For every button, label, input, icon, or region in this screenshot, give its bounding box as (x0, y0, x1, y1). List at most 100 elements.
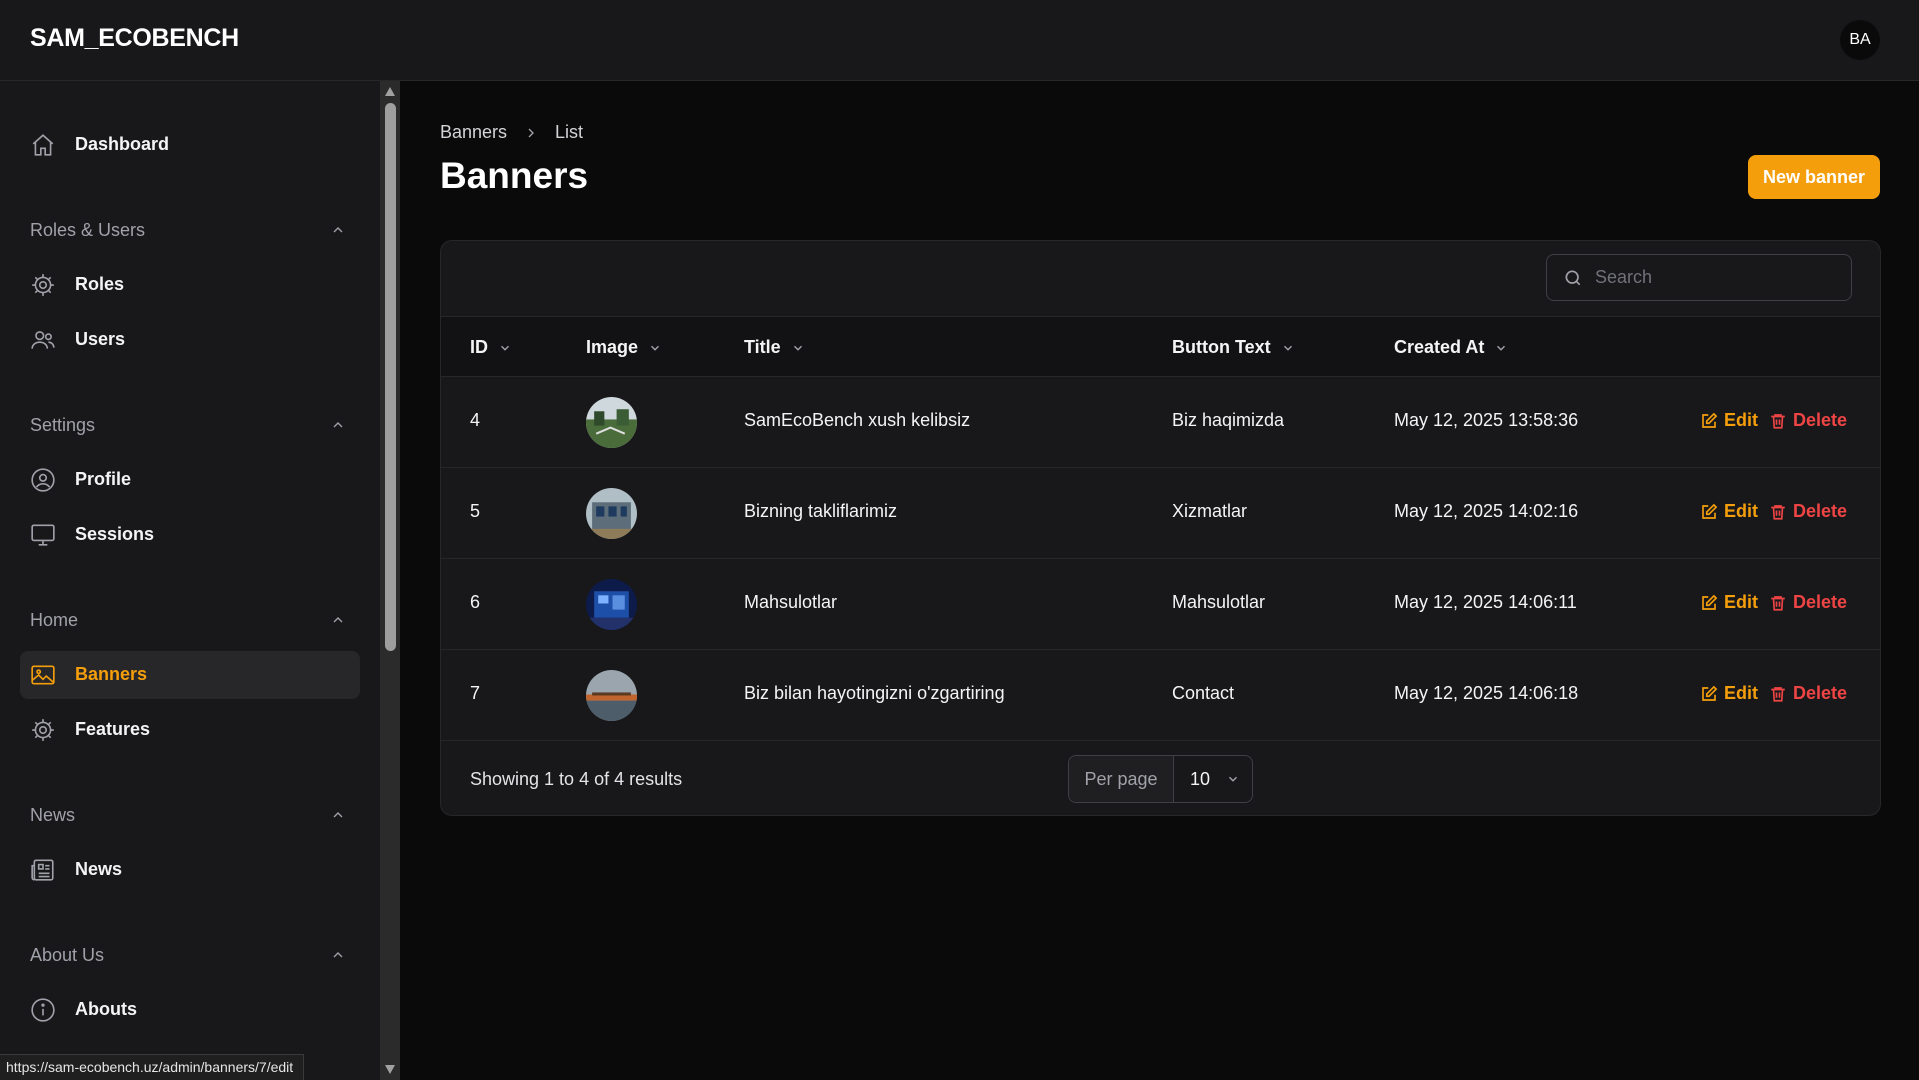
gear-icon (32, 719, 54, 741)
sidebar-item-label: News (75, 859, 123, 879)
cell-id: 5 (470, 501, 481, 521)
column-header-label: ID (470, 337, 488, 357)
sidebar-item-roles[interactable]: Roles (20, 261, 360, 309)
banner-thumbnail (586, 579, 637, 630)
cell-title: Mahsulotlar (744, 592, 838, 612)
column-header-id[interactable]: ID (470, 337, 512, 358)
delete-button[interactable]: Delete (1769, 592, 1847, 613)
cell-id: 6 (470, 592, 481, 612)
column-header-button-text[interactable]: Button Text (1172, 337, 1295, 358)
edit-icon (1702, 685, 1718, 701)
table-header: ID Image Title Button Text Created At (441, 316, 1880, 377)
breadcrumb: Banners List (440, 122, 583, 143)
column-header-label: Image (586, 337, 639, 357)
scrollbar-thumb[interactable] (385, 103, 396, 651)
sidebar-item-label: Sessions (75, 524, 155, 544)
delete-label: Delete (1793, 592, 1848, 612)
table-row[interactable]: 4 SamEcoBench xush kelibsiz Biz haqimizd… (441, 377, 1880, 468)
delete-button[interactable]: Delete (1769, 410, 1847, 431)
user-circle-icon (31, 468, 55, 492)
cell-title: SamEcoBench xush kelibsiz (744, 410, 971, 430)
edit-label: Edit (1724, 683, 1758, 703)
sidebar-item-label: Banners (75, 664, 148, 684)
delete-button[interactable]: Delete (1769, 683, 1847, 704)
sidebar-item-label: Abouts (75, 999, 137, 1019)
sidebar-item-banners[interactable]: Banners (20, 651, 360, 699)
sidebar-item-sessions[interactable]: Sessions (20, 511, 360, 559)
brand-logo[interactable]: SAM_ECOBENCH (30, 24, 239, 53)
banner-thumbnail (586, 670, 637, 721)
info-icon (31, 998, 55, 1022)
group-label-settings[interactable]: Settings (30, 415, 95, 436)
top-bar: SAM_ECOBENCH BA (0, 0, 1919, 81)
per-page-label: Per page (1069, 756, 1174, 802)
edit-icon (1702, 503, 1718, 519)
scroll-down-arrow-icon[interactable] (385, 1065, 395, 1074)
newspaper-icon (31, 859, 54, 881)
sidebar-scrollbar[interactable] (380, 81, 400, 1080)
monitor-icon (31, 524, 55, 546)
edit-label: Edit (1724, 410, 1758, 430)
sidebar-item-label: Profile (75, 469, 132, 489)
cell-button-text: Mahsulotlar (1172, 592, 1266, 612)
column-header-image[interactable]: Image (586, 337, 662, 358)
delete-label: Delete (1793, 683, 1848, 703)
trash-icon (1771, 595, 1785, 611)
chevron-up-icon[interactable] (330, 417, 346, 433)
search-field[interactable] (1546, 254, 1852, 301)
page-title: Banners (440, 155, 589, 196)
chevron-up-icon[interactable] (330, 807, 346, 823)
column-header-title[interactable]: Title (744, 337, 805, 358)
group-label-roles-users[interactable]: Roles & Users (30, 220, 145, 241)
sidebar-item-label: Users (75, 329, 126, 349)
sidebar-item-profile[interactable]: Profile (20, 456, 360, 504)
cell-title: Biz bilan hayotingizni o'zgartiring (744, 683, 1005, 703)
breadcrumb-banners-link[interactable]: Banners (440, 122, 507, 143)
cell-id: 7 (470, 683, 481, 703)
edit-button[interactable]: Edit (1700, 410, 1758, 431)
edit-button[interactable]: Edit (1700, 501, 1758, 522)
chevron-down-icon (1497, 345, 1506, 351)
search-input[interactable] (1595, 255, 1845, 300)
banners-table-card: ID Image Title Button Text Created At 4 … (440, 240, 1881, 816)
chevron-down-icon (1283, 345, 1292, 351)
edit-button[interactable]: Edit (1700, 592, 1758, 613)
chevron-up-icon[interactable] (330, 612, 346, 628)
sidebar-item-dashboard[interactable]: Dashboard (20, 121, 360, 169)
sidebar-item-label: Roles (75, 274, 125, 294)
sidebar-item-users[interactable]: Users (20, 316, 360, 364)
table-row[interactable]: 5 Bizning takliflarimiz Xizmatlar May 12… (441, 468, 1880, 559)
per-page-select[interactable]: 10 (1174, 756, 1252, 802)
edit-label: Edit (1724, 501, 1758, 521)
chevron-right-icon (528, 128, 534, 137)
group-label-about-us[interactable]: About Us (30, 945, 104, 966)
breadcrumb-current: List (555, 122, 584, 142)
pagination-summary: Showing 1 to 4 of 4 results (470, 769, 683, 789)
delete-label: Delete (1793, 410, 1848, 430)
chevron-up-icon[interactable] (330, 222, 346, 238)
edit-button[interactable]: Edit (1700, 683, 1758, 704)
sidebar-item-features[interactable]: Features (20, 706, 360, 754)
gear-icon (32, 274, 54, 296)
cell-id: 4 (470, 410, 481, 430)
scroll-up-arrow-icon[interactable] (385, 87, 395, 96)
column-header-created-at[interactable]: Created At (1394, 337, 1508, 358)
cell-created-at: May 12, 2025 14:06:18 (1394, 683, 1579, 703)
edit-icon (1702, 594, 1718, 610)
sidebar-item-news[interactable]: News (20, 846, 360, 894)
table-row[interactable]: 7 Biz bilan hayotingizni o'zgartiring Co… (441, 650, 1880, 741)
sidebar-item-abouts[interactable]: Abouts (20, 986, 360, 1034)
new-banner-button[interactable]: New banner (1748, 155, 1880, 199)
cell-created-at: May 12, 2025 13:58:36 (1394, 410, 1579, 430)
users-icon (31, 331, 55, 349)
edit-label: Edit (1724, 592, 1758, 612)
group-label-news[interactable]: News (30, 805, 75, 826)
delete-button[interactable]: Delete (1769, 501, 1847, 522)
table-row[interactable]: 6 Mahsulotlar Mahsulotlar May 12, 2025 1… (441, 559, 1880, 650)
cell-button-text: Xizmatlar (1172, 501, 1248, 521)
status-bar-url: https://sam-ecobench.uz/admin/banners/7/… (0, 1054, 305, 1080)
home-icon (32, 134, 54, 156)
group-label-home[interactable]: Home (30, 610, 78, 631)
chevron-up-icon[interactable] (330, 947, 346, 963)
avatar[interactable]: BA (1840, 20, 1880, 60)
